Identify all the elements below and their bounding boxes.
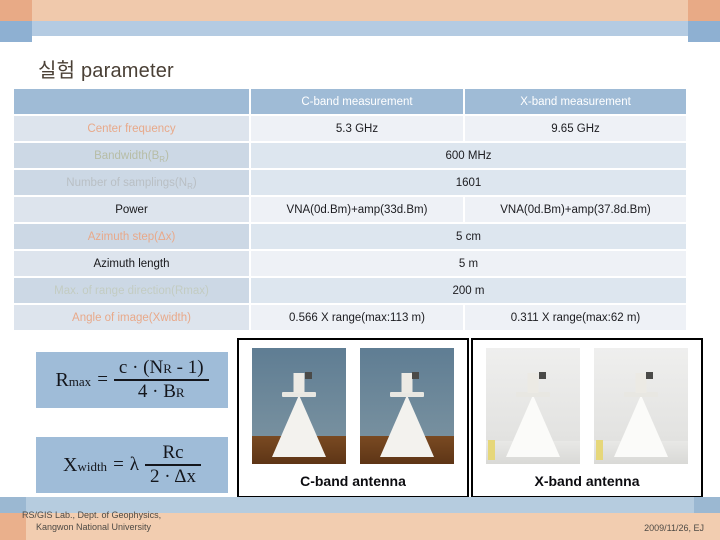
cell-merged-max-range-direction: 200 m	[250, 277, 686, 305]
antenna-connector	[304, 372, 312, 380]
xband-antenna-photo-1	[486, 348, 581, 464]
footer-banner: RS/GIS Lab., Dept. of Geophysics, Kangwo…	[0, 497, 720, 540]
formula-xwidth-lambda: λ	[129, 454, 139, 475]
antenna-connector	[538, 372, 546, 380]
formula-rmax-fraction: c · (NR - 1) 4 · BR	[113, 357, 209, 402]
top-banner	[0, 0, 720, 42]
footer-organization: RS/GIS Lab., Dept. of Geophysics, Kangwo…	[22, 509, 161, 533]
row-label-power: Power	[14, 196, 251, 224]
page-title: 실험 parameter	[38, 60, 174, 82]
photo-yellow-strip	[488, 440, 496, 460]
cell-xband-power: VNA(0d.Bm)+amp(37.8d.Bm)	[464, 196, 686, 224]
horn-antenna-icon	[506, 395, 561, 458]
footer-org-line2: Kangwon National University	[36, 522, 152, 532]
horn-antenna-icon	[379, 395, 434, 458]
formula-xwidth-denominator: 2 · Δx	[150, 465, 196, 487]
cell-cband-center-frequency: 5.3 GHz	[250, 115, 465, 143]
cell-xband-center-frequency: 9.65 GHz	[464, 115, 686, 143]
banner-peach-left-edge	[0, 0, 32, 21]
banner-peach-band	[0, 0, 720, 21]
cband-antenna-photo-1	[252, 348, 347, 464]
horn-antenna-icon	[272, 395, 327, 458]
row-label-azimuth-length: Azimuth length	[14, 250, 251, 278]
header-cell-xband: X-band measurement	[464, 89, 686, 116]
row-label-center-frequency: Center frequency	[14, 115, 251, 143]
row-label-angle-of-image: Angle of image(Xwidth)	[14, 304, 251, 332]
table-row: Angle of image(Xwidth) 0.566 X range(max…	[14, 304, 686, 332]
table-row: Number of samplings(NR) 1601	[14, 169, 686, 197]
cband-caption: C-band antenna	[300, 473, 406, 489]
banner-white-notch	[32, 36, 688, 42]
header-cell-cband: C-band measurement	[250, 89, 465, 116]
table-header-row: C-band measurement X-band measurement	[14, 89, 686, 116]
xband-antenna-panel: X-band antenna	[471, 338, 703, 498]
formula-rmax: Rmax = c · (NR - 1) 4 · BR	[36, 352, 228, 408]
row-label-max-range-direction: Max. of range direction(Rmax)	[14, 277, 251, 305]
footer-date-author: 2009/11/26, EJ	[644, 523, 704, 533]
cband-antenna-photo-2	[359, 348, 454, 464]
banner-blue-left-edge	[0, 21, 32, 42]
formula-xwidth-lhs: Xwidth	[62, 453, 108, 476]
formula-xwidth: Xwidth = λ Rc 2 · Δx	[36, 437, 228, 493]
antenna-connector	[412, 372, 420, 380]
cell-merged-number-of-samplings: 1601	[250, 169, 686, 197]
parameter-table: C-band measurement X-band measurement Ce…	[14, 89, 686, 332]
formula-rmax-denominator: 4 · BR	[137, 380, 185, 402]
xband-antenna-photo-2	[593, 348, 688, 464]
table-row: Max. of range direction(Rmax) 200 m	[14, 277, 686, 305]
xband-photo-row	[473, 348, 701, 464]
row-label-azimuth-step: Azimuth step(Δx)	[14, 223, 251, 251]
header-cell-blank	[14, 89, 251, 116]
antenna-waveguide	[527, 373, 539, 394]
row-label-bandwidth: Bandwidth(BR)	[14, 142, 251, 170]
cell-xband-angle-of-image: 0.311 X range(max:62 m)	[464, 304, 686, 332]
formula-xwidth-equals: =	[113, 454, 124, 475]
antenna-waveguide	[635, 373, 647, 394]
antenna-connector	[646, 372, 654, 380]
photo-yellow-strip	[595, 440, 603, 460]
cell-merged-azimuth-step: 5 cm	[250, 223, 686, 251]
banner-blue-right-edge	[688, 21, 720, 42]
antenna-waveguide	[401, 373, 413, 394]
table-row: Power VNA(0d.Bm)+amp(33d.Bm) VNA(0d.Bm)+…	[14, 196, 686, 224]
formula-rmax-numerator: c · (NR - 1)	[118, 357, 204, 379]
xband-caption: X-band antenna	[534, 473, 640, 489]
horn-antenna-icon	[613, 395, 668, 458]
cband-antenna-panel: C-band antenna	[237, 338, 469, 498]
table-row: Center frequency 5.3 GHz 9.65 GHz	[14, 115, 686, 143]
formula-xwidth-fraction: Rc 2 · Δx	[145, 443, 201, 486]
table-row: Azimuth length 5 m	[14, 250, 686, 278]
footer-org-line1: RS/GIS Lab., Dept. of Geophysics,	[22, 510, 162, 520]
cell-cband-power: VNA(0d.Bm)+amp(33d.Bm)	[250, 196, 465, 224]
cband-photo-row	[239, 348, 467, 464]
cell-merged-azimuth-length: 5 m	[250, 250, 686, 278]
row-label-number-of-samplings: Number of samplings(NR)	[14, 169, 251, 197]
formula-rmax-equals: =	[97, 369, 108, 390]
cell-merged-bandwidth: 600 MHz	[250, 142, 686, 170]
table-row: Azimuth step(Δx) 5 cm	[14, 223, 686, 251]
banner-peach-right-edge	[688, 0, 720, 21]
footer-blue-right-edge	[694, 497, 720, 513]
formula-rmax-lhs: Rmax	[55, 368, 92, 391]
cell-cband-angle-of-image: 0.566 X range(max:113 m)	[250, 304, 465, 332]
antenna-waveguide	[293, 373, 305, 394]
table-row: Bandwidth(BR) 600 MHz	[14, 142, 686, 170]
formula-xwidth-numerator: Rc	[162, 442, 184, 464]
